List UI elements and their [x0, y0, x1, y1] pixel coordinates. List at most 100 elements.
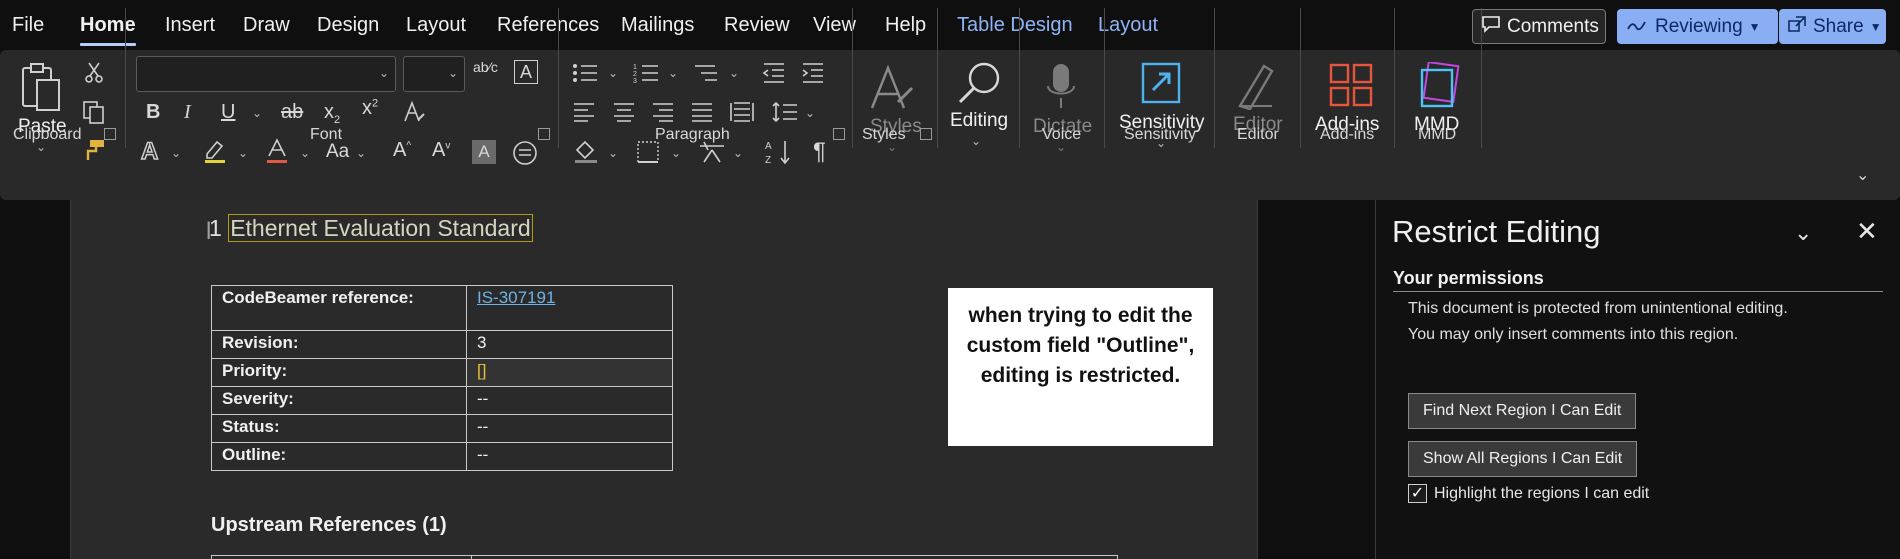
menu-insert[interactable]: Insert [165, 14, 215, 37]
show-all-regions-button[interactable]: Show All Regions I Can Edit [1408, 441, 1638, 477]
bold-icon[interactable]: B [146, 102, 160, 122]
pane-title: Restrict Editing [1392, 214, 1601, 249]
chevron-down-icon[interactable]: ⌄ [805, 106, 815, 120]
share-icon [1787, 15, 1807, 39]
shrink-font-icon[interactable]: Av [432, 140, 450, 160]
comments-button[interactable]: Comments [1472, 9, 1606, 44]
text-outline-icon[interactable]: A [140, 139, 159, 165]
ribbon-separator [1104, 8, 1105, 148]
menu-view[interactable]: View [813, 14, 856, 37]
priority-editable-field[interactable]: [] [466, 358, 673, 387]
align-left-icon[interactable] [573, 102, 595, 126]
chevron-down-icon[interactable]: ⌄ [238, 146, 248, 160]
borders-icon[interactable] [636, 140, 660, 168]
font-size-combo[interactable]: ⌄ [403, 56, 465, 92]
justify-icon[interactable] [691, 102, 713, 126]
menu-layout[interactable]: Layout [406, 14, 466, 37]
chevron-down-icon[interactable]: ⌄ [671, 146, 681, 160]
ribbon-separator [1394, 8, 1395, 148]
menu-review[interactable]: Review [724, 14, 790, 37]
align-right-icon[interactable] [652, 102, 674, 126]
format-painter-icon[interactable] [82, 138, 106, 166]
svg-text:Z: Z [765, 155, 771, 166]
bullets-icon[interactable] [572, 62, 598, 88]
svg-text:2: 2 [633, 71, 637, 78]
show-formatting-marks-icon[interactable]: ¶ [813, 140, 826, 164]
find-next-region-button[interactable]: Find Next Region I Can Edit [1408, 393, 1637, 429]
highlight-regions-checkbox[interactable]: ✓ [1408, 484, 1427, 503]
editing-button[interactable]: Editing ⌄ [946, 58, 1010, 154]
collapse-ribbon-icon[interactable]: ⌄ [1856, 168, 1869, 184]
svg-text:3: 3 [633, 78, 637, 84]
asian-layout-icon[interactable] [698, 140, 726, 168]
grow-font-icon[interactable]: A^ [393, 140, 411, 160]
menu-table-design[interactable]: Table Design [957, 14, 1073, 37]
distributed-icon[interactable] [729, 100, 755, 128]
close-icon[interactable]: ✕ [1856, 216, 1878, 247]
character-shading-icon[interactable]: A [472, 140, 496, 164]
enclose-characters-icon[interactable] [512, 140, 538, 170]
italic-icon[interactable]: I [184, 102, 191, 122]
chevron-down-icon[interactable]: ⌄ [729, 66, 739, 80]
menu-references[interactable]: References [497, 14, 599, 37]
active-tab-indicator [80, 43, 136, 46]
chevron-down-icon[interactable]: ⌄ [608, 66, 618, 80]
change-case-aa-icon[interactable]: Aa [326, 142, 349, 161]
table-key: Priority: [211, 358, 467, 387]
superscript-icon[interactable]: x2 [362, 98, 378, 118]
chevron-down-icon[interactable]: ⌄ [171, 146, 181, 160]
sort-icon[interactable]: AZ [765, 138, 793, 170]
change-case-icon[interactable]: ab⁄c [473, 60, 498, 74]
cut-icon[interactable] [84, 62, 104, 88]
chevron-down-icon[interactable]: ⌄ [608, 146, 618, 160]
codebeamer-link[interactable]: IS-307191 [466, 285, 673, 331]
highlighter-icon[interactable] [203, 138, 227, 168]
clipboard-launcher-icon[interactable] [104, 128, 116, 140]
strikethrough-icon[interactable]: ab [281, 102, 303, 122]
font-name-combo[interactable]: ⌄ [136, 56, 396, 92]
reviewing-button[interactable]: Reviewing ▼ [1617, 9, 1778, 44]
chevron-down-icon[interactable]: ⌄ [668, 66, 678, 80]
table-value: -- [466, 386, 673, 415]
paragraph-launcher-icon[interactable] [833, 128, 845, 140]
chevron-down-icon[interactable]: ⌄ [733, 146, 743, 160]
chevron-down-icon[interactable]: ⌄ [300, 146, 310, 160]
menu-file[interactable]: File [12, 14, 44, 37]
chevron-down-icon: ⌄ [447, 66, 458, 80]
menu-help[interactable]: Help [885, 14, 926, 37]
pane-options-chevron-icon[interactable]: ⌄ [1794, 220, 1812, 246]
menu-table-layout[interactable]: Layout [1098, 14, 1158, 37]
reviewing-pen-icon [1625, 14, 1649, 40]
menu-design[interactable]: Design [317, 14, 379, 37]
text-effects-icon[interactable] [402, 100, 426, 128]
shading-icon[interactable] [573, 140, 599, 168]
addins-group-label: Add-ins [1320, 126, 1375, 143]
upstream-references-heading: Upstream References (1) [211, 514, 447, 536]
subscript-icon[interactable]: x2 [324, 102, 340, 126]
table-key: Revision: [211, 330, 467, 359]
multilevel-list-icon[interactable] [693, 62, 719, 88]
menu-home[interactable]: Home [80, 14, 136, 37]
clear-formatting-icon[interactable]: A [514, 60, 538, 84]
share-button[interactable]: Share ▼ [1779, 9, 1886, 44]
table-row: Status: -- [211, 414, 673, 443]
numbering-icon[interactable]: 123 [633, 62, 659, 88]
chevron-down-icon[interactable]: ⌄ [252, 106, 262, 120]
table-value: -- [466, 414, 673, 443]
chevron-down-icon: ▼ [1869, 19, 1882, 34]
font-color-icon[interactable] [266, 138, 288, 168]
decrease-indent-icon[interactable] [762, 62, 786, 88]
align-center-icon[interactable] [613, 102, 635, 126]
menu-draw[interactable]: Draw [243, 14, 290, 37]
underline-icon[interactable]: U [221, 102, 235, 122]
permissions-divider [1393, 291, 1883, 292]
styles-launcher-icon[interactable] [920, 128, 932, 140]
menu-mailings[interactable]: Mailings [621, 14, 694, 37]
increase-indent-icon[interactable] [801, 62, 825, 88]
copy-icon[interactable] [82, 100, 106, 128]
table-value: -- [466, 442, 673, 471]
document-heading[interactable]: 1 Ethernet Evaluation Standard [209, 214, 533, 242]
font-launcher-icon[interactable] [538, 128, 550, 140]
line-spacing-icon[interactable] [772, 100, 798, 128]
chevron-down-icon[interactable]: ⌄ [356, 146, 366, 160]
